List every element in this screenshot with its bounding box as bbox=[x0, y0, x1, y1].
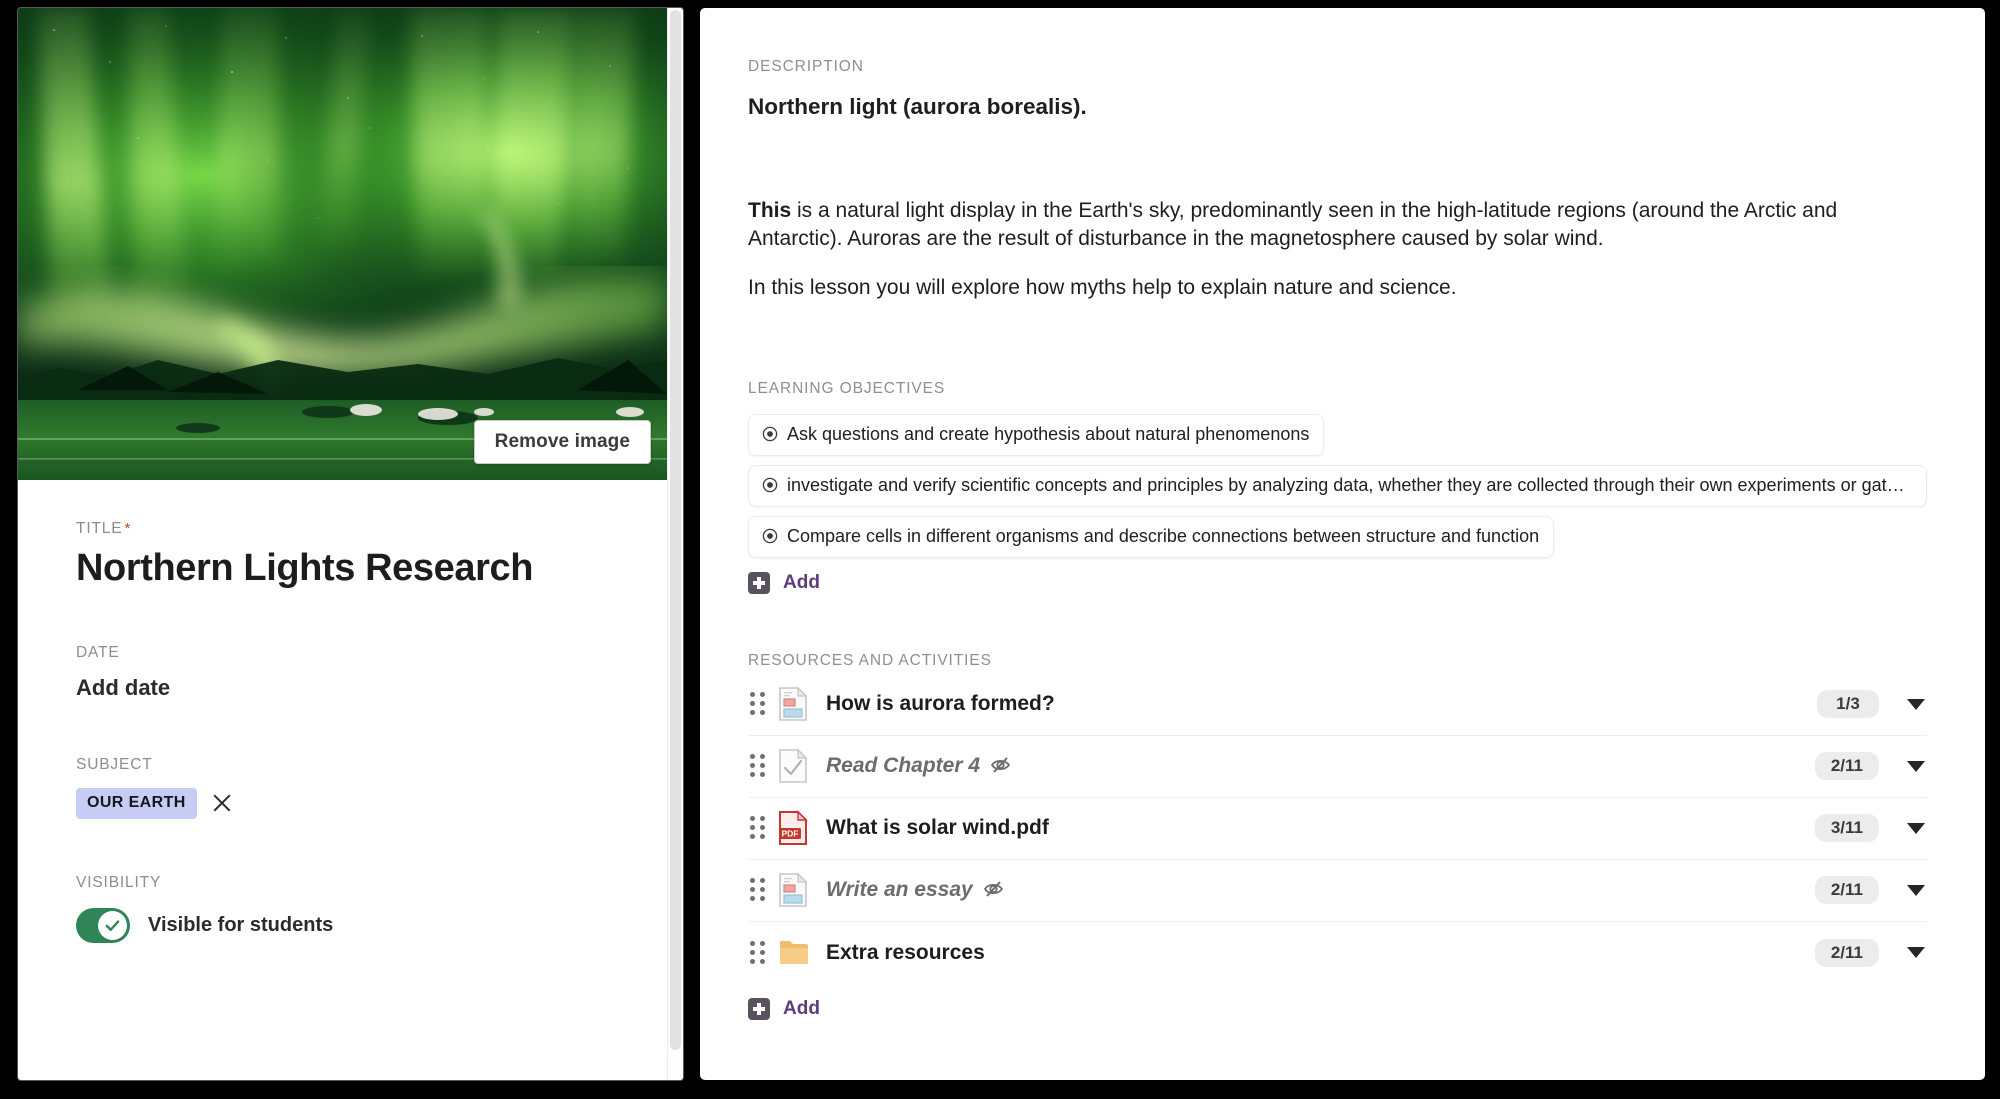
resource-row[interactable]: Read Chapter 4 2/11 bbox=[748, 736, 1927, 798]
drag-handle-icon[interactable] bbox=[748, 940, 768, 966]
add-resource-label: Add bbox=[783, 997, 820, 1019]
resource-title: How is aurora formed? bbox=[826, 692, 1055, 716]
learning-objective-text: Ask questions and create hypothesis abou… bbox=[787, 423, 1310, 444]
lesson-content-panel: DESCRIPTION Northern light (aurora borea… bbox=[700, 8, 1985, 1080]
document-icon bbox=[778, 685, 812, 723]
visibility-field: VISIBILITY Visible for students bbox=[76, 874, 667, 943]
resource-row[interactable]: Extra resources 2/11 bbox=[748, 922, 1927, 984]
subject-field: SUBJECT OUR EARTH bbox=[76, 756, 667, 819]
resource-count-badge: 3/11 bbox=[1814, 814, 1879, 843]
add-resource-button[interactable]: Add bbox=[748, 997, 820, 1020]
resources-list: How is aurora formed? 1/3 Read Chapter 4… bbox=[748, 674, 1927, 984]
drag-handle-icon[interactable] bbox=[748, 877, 768, 903]
learning-objectives-section: LEARNING OBJECTIVES Ask questions and cr… bbox=[748, 380, 1927, 594]
resource-title: Read Chapter 4 bbox=[826, 754, 1014, 778]
lesson-cover-image[interactable]: Remove image bbox=[18, 8, 667, 480]
resource-title: What is solar wind.pdf bbox=[826, 816, 1049, 840]
resource-count-badge: 2/11 bbox=[1814, 938, 1879, 967]
description-heading[interactable]: Northern light (aurora borealis). bbox=[748, 94, 1927, 120]
title-label: TITLE * bbox=[76, 520, 132, 537]
chevron-down-icon[interactable] bbox=[1907, 822, 1925, 834]
radio-dot-icon bbox=[762, 529, 778, 544]
learning-objectives-list: Ask questions and create hypothesis abou… bbox=[748, 413, 1927, 558]
resources-label: RESOURCES AND ACTIVITIES bbox=[748, 651, 992, 669]
resource-title: Extra resources bbox=[826, 940, 985, 964]
hidden-eye-icon bbox=[990, 757, 1011, 773]
left-panel-scrollbar[interactable] bbox=[667, 8, 683, 1080]
description-paragraph-1-rest: is a natural light display in the Earth'… bbox=[748, 199, 1838, 250]
document-icon bbox=[778, 871, 812, 909]
date-field: DATE Add date bbox=[76, 644, 667, 701]
plus-icon bbox=[748, 997, 770, 1020]
visibility-label: VISIBILITY bbox=[76, 873, 162, 891]
task-check-icon bbox=[778, 747, 812, 785]
add-learning-objective-button[interactable]: Add bbox=[748, 571, 820, 594]
radio-dot-icon bbox=[762, 478, 778, 493]
resource-row[interactable]: PDF What is solar wind.pdf 3/11 bbox=[748, 798, 1927, 860]
chevron-down-icon[interactable] bbox=[1907, 947, 1925, 959]
hidden-eye-icon bbox=[983, 881, 1003, 897]
lesson-form: TITLE * Northern Lights Research DATE Add… bbox=[18, 480, 667, 943]
aurora-borealis-photo bbox=[18, 8, 667, 480]
resource-title-text: Read Chapter 4 bbox=[826, 754, 981, 778]
learning-objectives-label: LEARNING OBJECTIVES bbox=[748, 379, 946, 397]
title-field: TITLE * Northern Lights Research bbox=[76, 520, 667, 589]
chevron-down-icon[interactable] bbox=[1907, 884, 1925, 896]
resource-count-badge: 2/11 bbox=[1814, 876, 1879, 905]
check-icon bbox=[98, 910, 127, 940]
description-paragraph-1[interactable]: This is a natural light display in the E… bbox=[748, 197, 1878, 253]
learning-objective-text: investigate and verify scientific concep… bbox=[787, 474, 1912, 495]
add-learning-objective-label: Add bbox=[783, 571, 820, 593]
learning-objective-item[interactable]: investigate and verify scientific concep… bbox=[748, 464, 1927, 507]
svg-text:PDF: PDF bbox=[782, 829, 799, 839]
date-label: DATE bbox=[76, 643, 120, 661]
description-section: DESCRIPTION Northern light (aurora borea… bbox=[748, 58, 1927, 302]
resource-count-badge: 1/3 bbox=[1817, 690, 1879, 719]
lesson-details-panel: Remove image TITLE * Northern Lights Rese… bbox=[18, 8, 683, 1080]
resource-row[interactable]: Write an essay 2/11 bbox=[748, 860, 1927, 922]
pdf-icon: PDF bbox=[778, 809, 812, 847]
resources-section: RESOURCES AND ACTIVITIES How is aurora f… bbox=[748, 652, 1927, 1020]
description-lead-word: This bbox=[748, 199, 792, 222]
drag-handle-icon[interactable] bbox=[748, 691, 768, 717]
description-paragraph-2[interactable]: In this lesson you will explore how myth… bbox=[748, 274, 1878, 302]
add-date-button[interactable]: Add date bbox=[76, 675, 667, 701]
visibility-toggle-label: Visible for students bbox=[148, 913, 334, 936]
remove-image-button[interactable]: Remove image bbox=[473, 420, 651, 464]
chevron-down-icon[interactable] bbox=[1907, 760, 1925, 772]
subject-label: SUBJECT bbox=[76, 755, 153, 773]
left-panel-scrollbar-thumb[interactable] bbox=[670, 10, 681, 1050]
folder-icon bbox=[778, 934, 812, 972]
drag-handle-icon[interactable] bbox=[748, 815, 768, 841]
chevron-down-icon[interactable] bbox=[1907, 698, 1925, 710]
learning-objective-item[interactable]: Compare cells in different organisms and… bbox=[748, 515, 1555, 558]
title-input[interactable]: Northern Lights Research bbox=[76, 548, 667, 589]
resource-title: Write an essay bbox=[826, 878, 1007, 902]
description-label: DESCRIPTION bbox=[748, 58, 864, 75]
resource-title-text: Write an essay bbox=[826, 878, 973, 902]
drag-handle-icon[interactable] bbox=[748, 753, 768, 779]
required-marker: * bbox=[124, 520, 132, 537]
close-icon[interactable] bbox=[211, 792, 233, 814]
radio-dot-icon bbox=[762, 427, 778, 442]
learning-objective-item[interactable]: Ask questions and create hypothesis abou… bbox=[748, 413, 1325, 456]
subject-tag[interactable]: OUR EARTH bbox=[76, 787, 197, 819]
plus-icon bbox=[748, 571, 770, 594]
resource-row[interactable]: How is aurora formed? 1/3 bbox=[748, 674, 1927, 736]
app-window: Remove image TITLE * Northern Lights Rese… bbox=[0, 0, 2000, 1099]
learning-objective-text: Compare cells in different organisms and… bbox=[787, 525, 1540, 546]
resource-count-badge: 2/11 bbox=[1814, 752, 1879, 781]
visibility-toggle[interactable] bbox=[76, 907, 130, 943]
